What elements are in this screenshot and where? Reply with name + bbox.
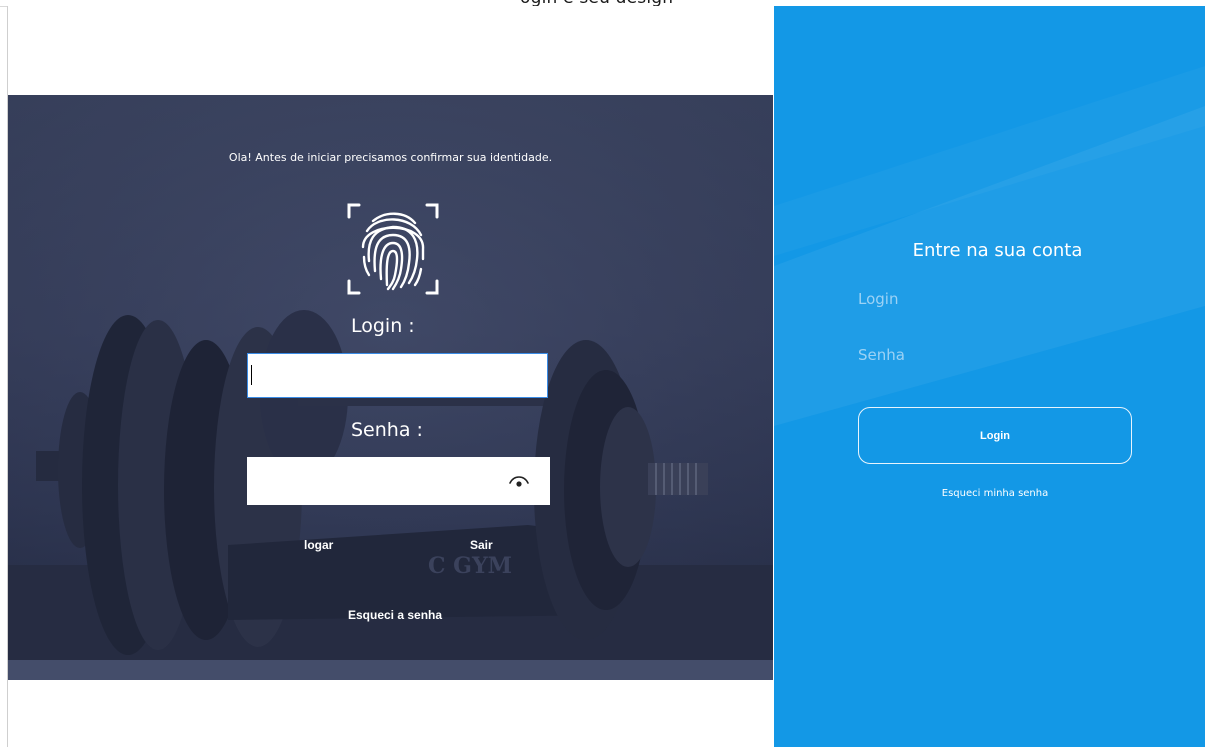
text-caret: [251, 365, 252, 385]
login-hero-panel: C GYM Ola! Antes de iniciar precisamos c…: [8, 95, 773, 680]
sair-button[interactable]: Sair: [470, 538, 493, 552]
logar-button[interactable]: logar: [304, 538, 333, 552]
identity-greeting: Ola! Antes de iniciar precisamos confirm…: [228, 151, 553, 164]
hero-bottom-bar: [8, 660, 773, 680]
eye-icon[interactable]: [508, 473, 530, 489]
senha-input[interactable]: [247, 457, 550, 505]
panel-glare-decoration: [774, 106, 1205, 426]
background-brand-text: C GYM: [428, 553, 512, 579]
login-label: Login :: [351, 315, 415, 337]
right-login-panel: Entre na sua conta Login Esqueci minha s…: [774, 6, 1205, 747]
fingerprint-icon[interactable]: [343, 199, 443, 299]
forgot-password-link[interactable]: Esqueci minha senha: [858, 488, 1132, 499]
login-button[interactable]: Login: [858, 407, 1132, 464]
right-senha-field[interactable]: [858, 340, 1138, 370]
forgot-password-button[interactable]: Esqueci a senha: [348, 608, 442, 622]
account-title: Entre na sua conta: [912, 240, 1083, 261]
right-login-field[interactable]: [858, 284, 1138, 314]
login-input[interactable]: [247, 353, 548, 398]
app-window: ogin e seu design: [0, 0, 1205, 747]
senha-label: Senha :: [351, 419, 423, 441]
